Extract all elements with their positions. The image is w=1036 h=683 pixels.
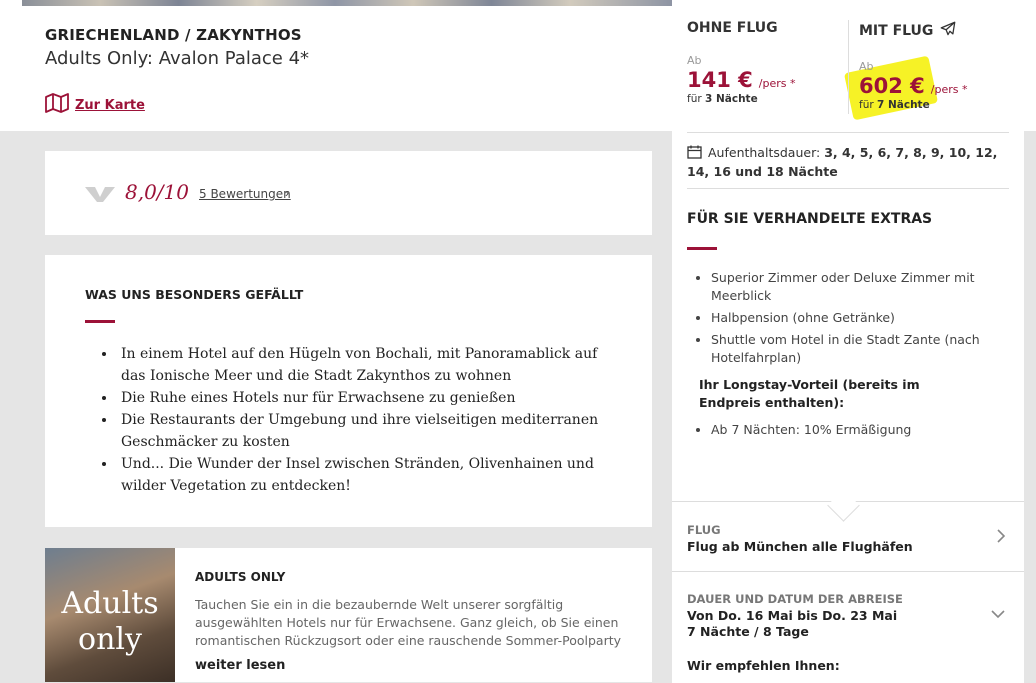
price-with-flight[interactable]: MIT FLUG Ab 602 € /pers * für 7 Nächte [859, 20, 967, 111]
rating-score: 8,0/10 [125, 180, 189, 204]
adults-only-image-text: Adults only [61, 586, 159, 657]
list-item: Und... Die Wunder der Insel zwischen Str… [117, 453, 617, 497]
price-without-flight[interactable]: OHNE FLUG Ab 141 € /pers * für 3 Nächte [687, 20, 795, 105]
hotel-header: GRIECHENLAND / ZAKYNTHOS Adults Only: Av… [45, 26, 309, 69]
list-item: In einem Hotel auf den Hügeln von Bochal… [117, 343, 617, 387]
rating-card: 8,0/10 5 Bewertungen › [45, 151, 652, 235]
stay-duration: Aufenthaltsdauer: 3, 4, 5, 6, 7, 8, 9, 1… [687, 145, 998, 179]
adults-only-title: ADULTS ONLY [195, 570, 286, 584]
plane-icon [939, 20, 957, 42]
booking-panel: OHNE FLUG Ab 141 € /pers * für 3 Nächte … [672, 0, 1024, 683]
divider [687, 188, 1009, 189]
recommend-heading: Wir empfehlen Ihnen: [687, 658, 840, 673]
map-link[interactable]: Zur Karte [45, 93, 145, 118]
chevron-right-icon [996, 528, 1006, 549]
price-from: Ab [859, 60, 874, 73]
highlights-list: In einem Hotel auf den Hügeln von Bochal… [97, 343, 617, 497]
rating-logo-icon [85, 185, 115, 208]
list-item: Superior Zimmer oder Deluxe Zimmer mit M… [711, 269, 1011, 305]
chevron-right-icon: › [285, 186, 289, 200]
map-link-label[interactable]: Zur Karte [75, 98, 145, 113]
read-more-link[interactable]: weiter lesen [195, 658, 285, 673]
list-item: Die Restaurants der Umgebung und ihre vi… [117, 409, 617, 453]
price-amount: 602 € [859, 74, 925, 98]
price-from: Ab [687, 54, 702, 67]
highlights-card: WAS UNS BESONDERS GEFÄLLT In einem Hotel… [45, 255, 652, 527]
price-label: OHNE FLUG [687, 20, 778, 36]
adults-only-image: Adults only [45, 548, 175, 682]
departure-dates: Von Do. 16 Mai bis Do. 23 Mai [687, 608, 898, 623]
list-item: Die Ruhe eines Hotels nur für Erwachsene… [117, 387, 617, 409]
extras-title: FÜR SIE VERHANDELTE EXTRAS [687, 211, 933, 227]
price-column-divider [848, 20, 849, 114]
hotel-name: Adults Only: Avalon Palace 4* [45, 48, 310, 69]
adults-only-text: Tauchen Sie ein in die bezaubernde Welt … [195, 597, 622, 648]
price-nights: für 3 Nächte [687, 93, 758, 105]
list-item: Ab 7 Nächten: 10% Ermäßigung [711, 421, 911, 439]
longstay-title: Ihr Longstay-Vorteil (bereits im Endprei… [699, 377, 920, 410]
price-unit: /pers * [930, 83, 968, 96]
departure-duration: 7 Nächte / 8 Tage [687, 624, 809, 639]
chevron-down-icon [990, 606, 1006, 624]
price-label: MIT FLUG [859, 20, 967, 42]
accent-divider [85, 320, 115, 323]
map-icon [45, 93, 69, 118]
reviews-link[interactable]: 5 Bewertungen [199, 187, 291, 201]
calendar-icon [687, 145, 702, 163]
price-unit: /pers * [758, 77, 796, 90]
flight-value: Flug ab München alle Flughäfen [687, 539, 913, 554]
adults-only-card: Adults only ADULTS ONLY Tauchen Sie ein … [45, 548, 652, 682]
accent-divider [687, 247, 717, 250]
price-amount: 141 € [687, 68, 753, 92]
photo-gallery-strip[interactable] [22, 0, 674, 6]
list-item: Halbpension (ohne Getränke) [711, 309, 1011, 327]
departure-label: DAUER UND DATUM DER ABREISE [687, 592, 903, 606]
flight-label: FLUG [687, 523, 721, 537]
divider [687, 132, 1009, 133]
longstay-list: Ab 7 Nächten: 10% Ermäßigung [694, 421, 911, 439]
hotel-region: GRIECHENLAND / ZAKYNTHOS [45, 26, 302, 44]
price-nights: für 7 Nächte [859, 99, 930, 111]
list-item: Shuttle vom Hotel in die Stadt Zante (na… [711, 331, 1011, 367]
highlights-title: WAS UNS BESONDERS GEFÄLLT [85, 287, 304, 302]
extras-list: Superior Zimmer oder Deluxe Zimmer mit M… [694, 269, 1011, 371]
